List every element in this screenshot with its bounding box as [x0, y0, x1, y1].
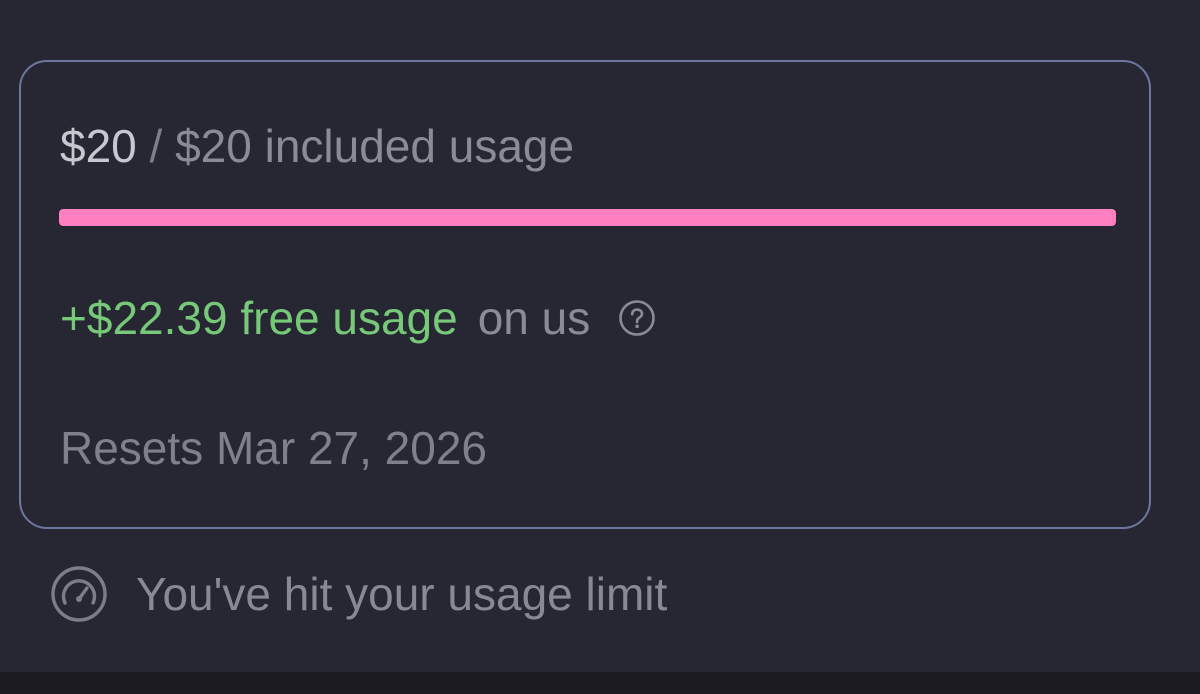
included-usage-label: $20 included usage [175, 120, 575, 172]
usage-summary: $20 / $20 included usage [60, 118, 574, 174]
usage-limit-message: You've hit your usage limit [136, 568, 668, 620]
reset-date: Resets Mar 27, 2026 [60, 422, 488, 474]
gauge-icon [50, 565, 108, 623]
free-usage-amount: +$22.39 free usage [60, 292, 458, 344]
used-amount: $20 [60, 120, 137, 172]
usage-progress-bar [59, 209, 1116, 226]
usage-limit-notice: You've hit your usage limit [50, 564, 667, 624]
question-circle-icon[interactable] [618, 299, 656, 337]
bottom-bar [0, 672, 1200, 694]
usage-progress-fill [59, 209, 1116, 226]
free-usage-line: +$22.39 free usage on us [60, 290, 656, 346]
free-usage-suffix: on us [477, 292, 591, 344]
usage-separator: / [136, 120, 176, 172]
